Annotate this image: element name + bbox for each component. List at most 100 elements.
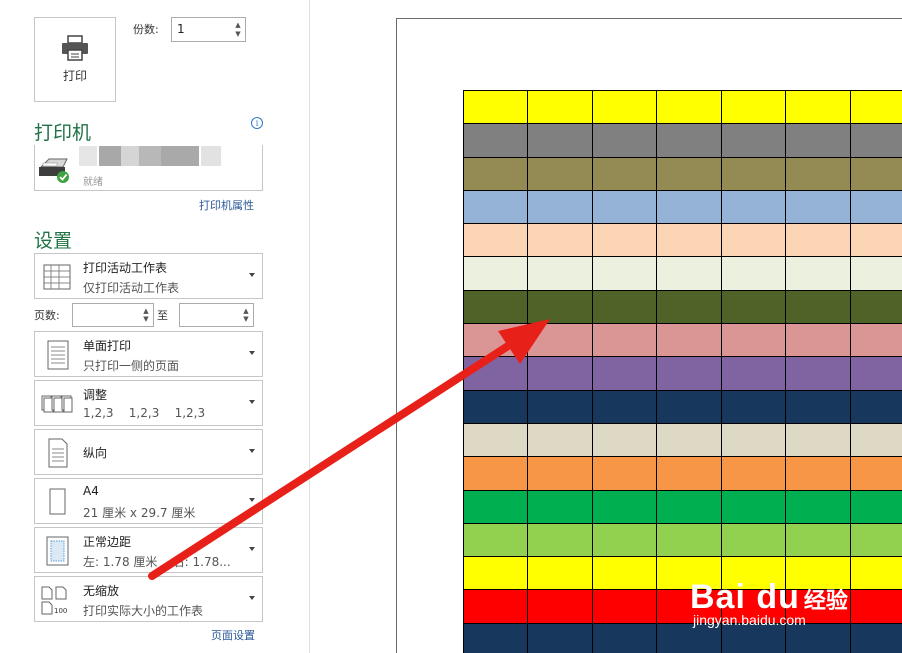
preview-cell	[591, 389, 658, 424]
preview-cell	[527, 89, 593, 125]
preview-cell	[527, 356, 593, 391]
preview-cell	[527, 622, 593, 653]
sides-sub: 只打印一侧的页面	[83, 359, 180, 373]
preview-cell	[462, 223, 529, 258]
preview-cell	[527, 556, 593, 591]
preview-cell	[462, 189, 529, 225]
printer-properties-link[interactable]: 打印机属性	[199, 197, 254, 213]
preview-cell	[591, 489, 658, 524]
preview-cell	[656, 522, 722, 558]
preview-cell	[462, 256, 529, 291]
preview-cell	[591, 223, 658, 258]
preview-row	[462, 522, 902, 558]
spin-down-icon[interactable]: ▼	[233, 29, 243, 39]
preview-cell	[720, 289, 787, 325]
preview-row	[462, 456, 902, 491]
grid-sheet-icon	[43, 264, 71, 290]
preview-row	[462, 256, 902, 291]
preview-cell	[720, 256, 787, 291]
margins-sub: 左: 1.78 厘米 右: 1.78...	[83, 555, 231, 569]
preview-cell	[527, 422, 593, 458]
preview-cell	[849, 256, 902, 291]
print-what-sub: 仅打印活动工作表	[83, 281, 180, 295]
preview-cell	[656, 489, 722, 524]
preview-cell	[656, 356, 722, 391]
info-icon[interactable]: i	[251, 117, 263, 129]
preview-cell	[462, 489, 529, 524]
printer-select[interactable]: 就绪	[34, 145, 263, 191]
preview-cell	[462, 622, 529, 653]
orientation-dropdown[interactable]: 纵向	[34, 429, 263, 475]
collate-dropdown[interactable]: 调整 1,2,3 1,2,3 1,2,3	[34, 380, 263, 426]
preview-cell	[656, 456, 722, 491]
print-what-title: 打印活动工作表	[83, 261, 168, 275]
preview-cell	[527, 223, 593, 258]
preview-cell	[656, 223, 722, 258]
preview-cell	[527, 323, 593, 358]
chevron-down-icon[interactable]	[249, 449, 255, 453]
chevron-down-icon[interactable]	[249, 596, 255, 600]
preview-cell	[527, 189, 593, 225]
preview-cell	[462, 123, 529, 158]
collate-icon	[41, 395, 73, 413]
pages-from-input[interactable]: ▲ ▼	[72, 303, 154, 327]
preview-cell	[720, 189, 787, 225]
preview-cell	[591, 422, 658, 458]
preview-cell	[720, 556, 787, 591]
printer-icon	[62, 35, 88, 61]
preview-row	[462, 489, 902, 524]
chevron-down-icon[interactable]	[249, 273, 255, 277]
preview-cell	[849, 223, 902, 258]
spin-down-icon[interactable]: ▼	[241, 314, 251, 324]
preview-cell	[591, 123, 658, 158]
preview-cell	[591, 456, 658, 491]
chevron-down-icon[interactable]	[249, 351, 255, 355]
preview-row	[462, 422, 902, 458]
preview-cell	[849, 389, 902, 424]
scaling-dropdown[interactable]: 100 无缩放 打印实际大小的工作表	[34, 576, 263, 622]
preview-cell	[591, 522, 658, 558]
copies-stepper[interactable]: 1 ▲ ▼	[171, 17, 246, 42]
paper-size-dropdown[interactable]: A4 21 厘米 x 29.7 厘米	[34, 478, 263, 524]
preview-cell	[720, 489, 787, 524]
margins-dropdown[interactable]: 正常边距 左: 1.78 厘米 右: 1.78...	[34, 527, 263, 573]
sides-dropdown[interactable]: 单面打印 只打印一侧的页面	[34, 331, 263, 377]
pages-to-input[interactable]: ▲ ▼	[179, 303, 254, 327]
preview-cell	[720, 223, 787, 258]
preview-cell	[849, 89, 902, 125]
preview-row	[462, 323, 902, 358]
preview-cell	[720, 389, 787, 424]
preview-cell	[656, 89, 722, 125]
chevron-down-icon[interactable]	[249, 547, 255, 551]
preview-cell	[849, 123, 902, 158]
spin-down-icon[interactable]: ▼	[141, 314, 151, 324]
orientation-title: 纵向	[83, 446, 108, 460]
print-button[interactable]: 打印	[34, 17, 116, 102]
preview-row	[462, 622, 902, 653]
preview-row	[462, 556, 902, 591]
preview-cell	[849, 456, 902, 491]
page-setup-link[interactable]: 页面设置	[211, 627, 255, 643]
preview-cell	[591, 89, 658, 125]
print-what-dropdown[interactable]: 打印活动工作表 仅打印活动工作表	[34, 253, 263, 299]
copies-value[interactable]: 1	[177, 22, 185, 36]
preview-cell	[462, 522, 529, 558]
preview-cell	[527, 289, 593, 325]
preview-cell	[785, 323, 851, 358]
preview-cell	[785, 389, 851, 424]
preview-cell	[849, 589, 902, 624]
paper-size-sub: 21 厘米 x 29.7 厘米	[83, 506, 196, 520]
scaling-sub: 打印实际大小的工作表	[83, 604, 204, 618]
scaling-title: 无缩放	[83, 584, 120, 598]
preview-cell	[849, 422, 902, 458]
preview-cell	[527, 456, 593, 491]
preview-cell	[849, 289, 902, 325]
preview-cell	[462, 422, 529, 458]
preview-cell	[785, 256, 851, 291]
preview-cell	[591, 589, 658, 624]
chevron-down-icon[interactable]	[249, 498, 255, 502]
preview-cell	[462, 389, 529, 424]
collate-title: 调整	[83, 388, 108, 402]
chevron-down-icon[interactable]	[249, 400, 255, 404]
margins-icon	[46, 536, 69, 566]
